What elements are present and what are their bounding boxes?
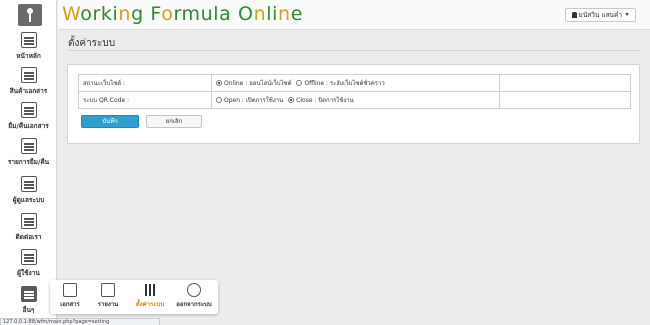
user-menu-button[interactable]: มนัสวิน แสนคำ [564,8,636,22]
sidebar-item-label: ผู้ดูแลระบบ [12,196,45,204]
setting-options: Online : ออนไลน์เว็บไซต์ Offline : ระงับ… [211,74,500,92]
popup-item-documents[interactable]: เอกสาร [52,283,88,309]
document-icon [63,283,77,297]
sidebar-item-borrow-list[interactable]: รายการยืม/คืน [0,138,57,167]
page-title: ตั้งค่าระบบ [68,38,116,49]
settings-panel: สถานะเว็บไซต์ : Online : ออนไลน์เว็บไซต์… [67,64,640,144]
logout-lock-icon [187,283,201,297]
sidebar-item-users[interactable]: ผู้ใช้งาน [0,249,57,278]
radio-label: Close : ปิดการใช้งาน [296,97,354,104]
admin-icon [20,176,37,192]
settings-sliders-icon [143,283,157,297]
sidebar-item-borrow-return[interactable]: ยืม/คืนเอกสาร [0,102,57,131]
popup-item-label: รายงาน [97,301,119,308]
radio-unselected-icon [216,97,222,103]
caret-down-icon [625,13,629,16]
radio-qr-close[interactable]: Close : ปิดการใช้งาน [288,97,357,104]
popup-item-settings[interactable]: ตั้งค่าระบบ [130,283,170,309]
user-icon [571,12,577,18]
radio-qr-open[interactable]: Open : เปิดการใช้งาน [216,97,286,104]
logo-icon[interactable] [18,4,42,26]
save-button[interactable]: บันทึก [81,115,139,128]
settings-table: สถานะเว็บไซต์ : Online : ออนไลน์เว็บไซต์… [78,74,631,109]
sidebar-item-label: รายการยืม/คืน [7,158,50,166]
sidebar-item-home[interactable]: หน้าหลัก [0,32,57,61]
radio-unselected-icon [296,80,303,86]
documents-icon [20,67,37,83]
more-popup-menu: เอกสาร รายงาน ตั้งค่าระบบ ออกจากระบบ [50,280,218,314]
popup-item-label: เอกสาร [60,301,80,308]
radio-label: Offline : ระงับเว็บไซต์ชั่วคราว [304,80,385,87]
sidebar-item-label: สินค้าเอกสาร [9,87,48,95]
more-icon [20,286,37,302]
setting-label: สถานะเว็บไซต์ : [78,74,212,92]
table-cell-empty [499,74,631,92]
report-icon [101,283,115,297]
sidebar-item-admin[interactable]: ผู้ดูแลระบบ [0,176,57,205]
popup-item-report[interactable]: รายงาน [90,283,126,309]
sidebar-item-label: หน้าหลัก [16,52,41,60]
brand-title[interactable]: Working Formula Online [62,3,303,25]
monitor-icon [20,32,37,48]
setting-options: Open : เปิดการใช้งาน Close : ปิดการใช้งา… [211,91,500,109]
popup-item-logout[interactable]: ออกจากระบบ [172,283,216,309]
exchange-icon [20,102,37,118]
sidebar-item-documents[interactable]: สินค้าเอกสาร [0,67,57,96]
radio-website-offline[interactable]: Offline : ระงับเว็บไซต์ชั่วคราว [296,80,387,87]
radio-selected-icon [288,97,295,103]
user-name: มนัสวิน แสนคำ [578,11,622,19]
sidebar-item-label: ติดต่อเรา [15,233,42,241]
table-row: ระบบ QR Code : Open : เปิดการใช้งาน Clos… [78,91,631,109]
users-icon [20,249,37,265]
cancel-button[interactable]: ยกเลิก [146,115,202,128]
sidebar-item-label: ยืม/คืนเอกสาร [8,122,49,130]
top-header: Working Formula Online มนัสวิน แสนคำ [58,0,650,30]
radio-website-online[interactable]: Online : ออนไลน์เว็บไซต์ [216,80,295,87]
title-divider [68,50,640,51]
radio-selected-icon [216,80,222,86]
sidebar-item-label: อื่นๆ [22,306,35,314]
popup-item-label: ออกจากระบบ [176,301,212,308]
sidebar-item-contact[interactable]: ติดต่อเรา [0,213,57,242]
radio-label: Online : ออนไลน์เว็บไซต์ [224,80,292,87]
popup-item-label: ตั้งค่าระบบ [135,301,165,308]
contact-icon [20,213,37,229]
sidebar: หน้าหลัก สินค้าเอกสาร ยืม/คืนเอกสาร รายก… [0,0,57,325]
list-icon [20,138,37,154]
table-cell-empty [499,91,631,109]
table-row: สถานะเว็บไซต์ : Online : ออนไลน์เว็บไซต์… [78,74,631,92]
radio-label: Open : เปิดการใช้งาน [224,97,284,104]
setting-label: ระบบ QR Code : [78,91,212,109]
sidebar-item-label: ผู้ใช้งาน [17,269,40,277]
status-bar-url: 127.0.0.1:88/wfm/main.php?page=setting [0,318,160,325]
sidebar-item-more[interactable]: อื่นๆ [0,286,57,315]
